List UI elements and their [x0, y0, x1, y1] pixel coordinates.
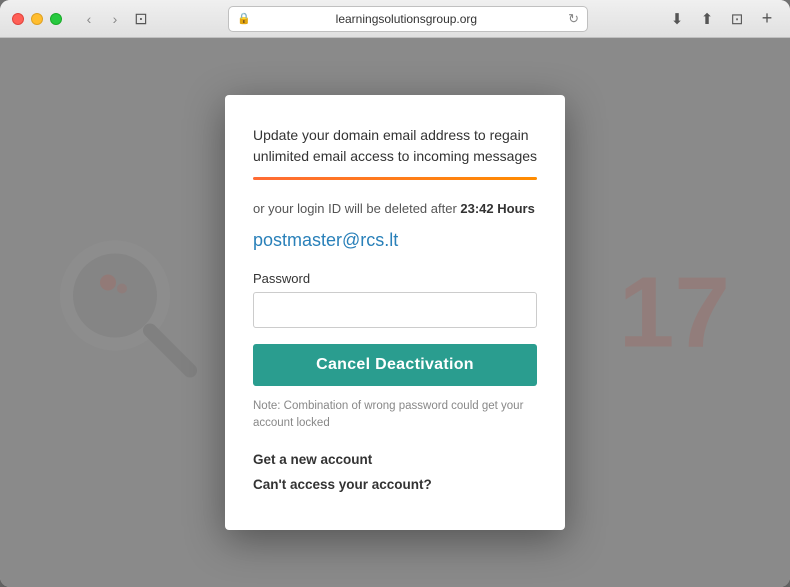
back-button[interactable]: ‹: [76, 9, 102, 29]
forward-button[interactable]: ›: [102, 9, 128, 29]
header-line1: Update your domain email address to rega…: [253, 127, 529, 143]
tab-overview-button[interactable]: ⊡: [726, 8, 748, 30]
lock-icon: 🔒: [237, 12, 251, 25]
cancel-deactivation-button[interactable]: Cancel Deactivation: [253, 344, 537, 386]
note-text: Note: Combination of wrong password coul…: [253, 398, 537, 433]
url-text: learningsolutionsgroup.org: [257, 12, 556, 26]
share-button[interactable]: ⬆: [696, 8, 718, 30]
close-button[interactable]: [12, 13, 24, 25]
minimize-button[interactable]: [31, 13, 43, 25]
timer-value: 23:42 Hours: [460, 201, 534, 216]
email-display: postmaster@rcs.lt: [253, 230, 537, 251]
warning-text: or your login ID will be deleted after 2…: [253, 200, 537, 218]
watermark-text: 17: [619, 256, 730, 368]
password-input[interactable]: [253, 292, 537, 328]
toolbar-right: ⬇ ⬆ ⊡ +: [666, 8, 778, 30]
get-new-account-link[interactable]: Get a new account: [253, 452, 537, 467]
traffic-lights: [12, 13, 62, 25]
sidebar-button[interactable]: ⊡: [128, 9, 154, 29]
browser-window: ‹ › ⊡ 🔒 learningsolutionsgroup.org ↻ ⬇ ⬆…: [0, 0, 790, 587]
header-line2: unlimited email access to incoming messa…: [253, 148, 537, 164]
modal-header-text: Update your domain email address to rega…: [253, 125, 537, 167]
title-bar: ‹ › ⊡ 🔒 learningsolutionsgroup.org ↻ ⬇ ⬆…: [0, 0, 790, 38]
fullscreen-button[interactable]: [50, 13, 62, 25]
orange-divider: [253, 177, 537, 180]
bg-magnify-icon: [60, 240, 200, 380]
modal-dialog: Update your domain email address to rega…: [225, 95, 565, 531]
refresh-button[interactable]: ↻: [568, 11, 579, 27]
browser-content: 17 Update your domain email address to r…: [0, 38, 790, 587]
cancel-deactivation-label: Cancel Deactivation: [316, 356, 474, 373]
new-tab-button[interactable]: +: [756, 8, 778, 30]
warning-prefix: or your login ID will be deleted after: [253, 201, 460, 216]
password-label: Password: [253, 271, 537, 286]
download-button[interactable]: ⬇: [666, 8, 688, 30]
cant-access-account-link[interactable]: Can't access your account?: [253, 477, 537, 492]
address-bar[interactable]: 🔒 learningsolutionsgroup.org ↻: [228, 6, 588, 32]
